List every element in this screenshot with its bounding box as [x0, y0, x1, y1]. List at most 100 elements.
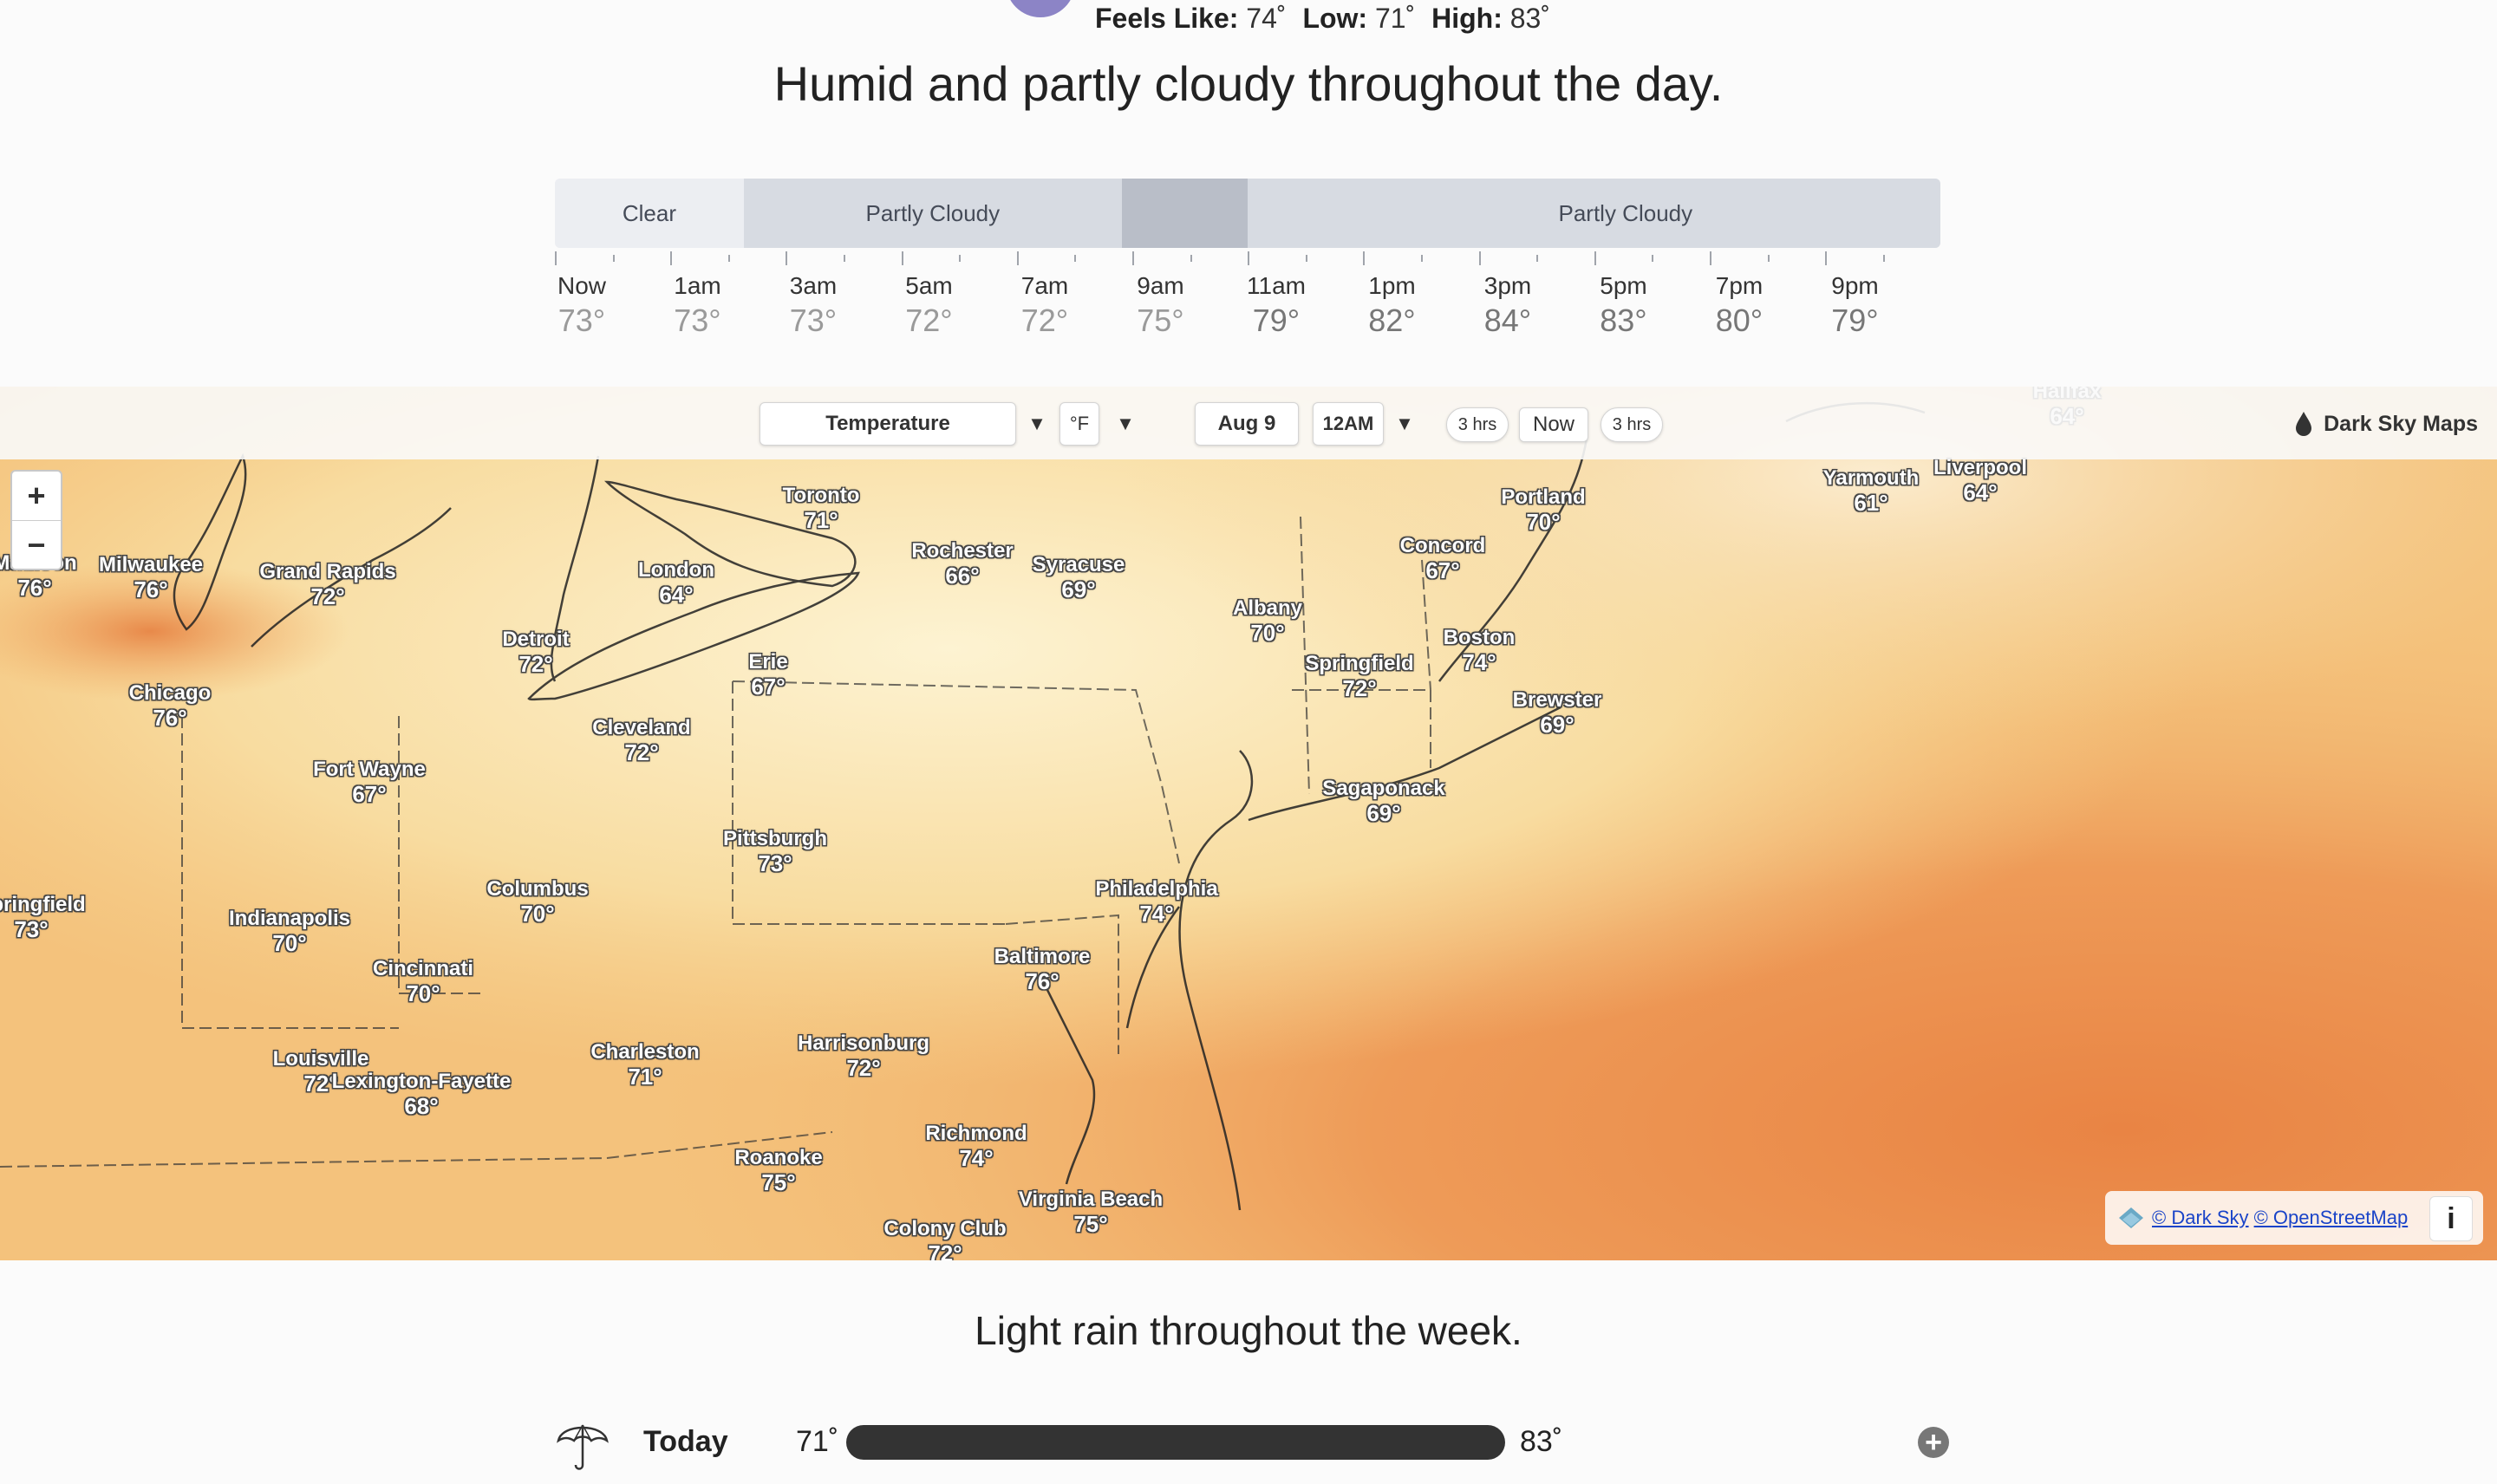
timeline-tick	[1248, 251, 1250, 265]
hour-column[interactable]: 9pm 79°	[1803, 270, 1907, 340]
timeline-tick	[1825, 251, 1828, 265]
timeline-tick	[612, 255, 615, 262]
hour-column[interactable]: 5pm 83°	[1572, 270, 1676, 340]
timeline-tick	[555, 251, 557, 265]
city-temp: 67°	[751, 674, 786, 700]
city-label: Pittsburgh 73°	[723, 827, 827, 875]
hour-temp: 73°	[557, 303, 606, 338]
city-temp: 69°	[1366, 800, 1401, 826]
city-name: Pittsburgh	[723, 827, 827, 850]
city-temp: 64°	[1963, 479, 1998, 505]
daily-row-today[interactable]: Today 71˚ 83˚ +	[555, 1413, 1949, 1474]
timeline-segment-label: Clear	[622, 199, 677, 226]
hour-column[interactable]: 1am 73°	[646, 270, 750, 340]
timeline-tick	[1190, 255, 1192, 262]
city-label: Lexington-Fayette 68°	[332, 1070, 512, 1118]
hour-column[interactable]: 7pm 80°	[1687, 270, 1791, 340]
hour-temp: 79°	[1252, 303, 1301, 338]
hour-temp: 79°	[1831, 303, 1879, 338]
city-label: London 64°	[638, 558, 714, 607]
timeline-tick	[844, 255, 845, 262]
hour-column[interactable]: 1pm 82°	[1340, 270, 1444, 340]
layer-dropdown-icon[interactable]: ▼	[1020, 402, 1054, 446]
low-label: Low:	[1302, 3, 1368, 34]
step-forward-button[interactable]: 3 hrs	[1601, 407, 1663, 442]
layers-icon	[2119, 1207, 2143, 1228]
day-high-temp: 83˚	[1520, 1425, 1563, 1458]
map-toolbar: Temperature ▼ °F ▼ Aug 9 12AM ▼ 3 hrs No…	[0, 387, 2497, 459]
date-display[interactable]: Aug 9	[1195, 402, 1299, 446]
hour-column[interactable]: 3pm 84°	[1456, 270, 1560, 340]
hour-column[interactable]: Now 73°	[530, 270, 634, 340]
city-temp: 71°	[628, 1064, 662, 1090]
city-label: Roanoke 75°	[734, 1146, 822, 1194]
city-label: Brewster 69°	[1513, 688, 1602, 737]
timeline-tick	[1074, 255, 1077, 262]
city-label: Rochester 66°	[911, 539, 1013, 588]
hour-column[interactable]: 9am 75°	[1109, 270, 1213, 340]
city-name: Springfield	[0, 893, 86, 916]
week-summary: Light rain throughout the week.	[975, 1308, 1522, 1353]
hour-temp: 84°	[1483, 303, 1532, 338]
hour-column[interactable]: 7am 72°	[993, 270, 1097, 340]
step-back-button[interactable]: 3 hrs	[1446, 407, 1509, 442]
city-label: Syracuse 69°	[1033, 553, 1125, 602]
city-temp: 76°	[134, 576, 168, 602]
city-temp: 67°	[352, 781, 387, 807]
timeline-tick	[1882, 255, 1885, 262]
timeline-segment-label: Partly Cloudy	[1558, 199, 1693, 226]
hourly-timeline-bar[interactable]: Clear Partly Cloudy Partly Cloudy	[555, 179, 1940, 248]
timeline-segment-label: Partly Cloudy	[865, 199, 1001, 226]
city-label: Philadelphia 74°	[1095, 877, 1217, 926]
city-label: Baltimore 76°	[994, 945, 1091, 993]
city-label: Charleston 71°	[590, 1040, 699, 1089]
city-name: Erie	[748, 650, 788, 674]
unit-dropdown-icon[interactable]: ▼	[1108, 402, 1143, 446]
dark-sky-attribution-link[interactable]: © Dark Sky	[2152, 1207, 2249, 1229]
now-label: Now	[1532, 413, 1574, 436]
day-summary: Humid and partly cloudy throughout the d…	[773, 56, 1724, 111]
low-value: 71˚	[1374, 3, 1416, 34]
city-temp: 72°	[1342, 675, 1377, 701]
city-label: Yarmouth 61°	[1823, 466, 1920, 515]
city-label: Concord 67°	[1400, 534, 1486, 583]
expand-day-button[interactable]: +	[1918, 1427, 1949, 1458]
step-forward-label: 3 hrs	[1612, 414, 1652, 434]
city-name: Louisville	[272, 1047, 369, 1071]
timeline-segment	[1121, 179, 1248, 248]
dark-sky-maps-link[interactable]: Dark Sky Maps	[2294, 404, 2478, 444]
city-name: Toronto	[782, 484, 860, 507]
hour-temp: 83°	[1600, 303, 1647, 338]
timeline-segment: Partly Cloudy	[1248, 179, 1940, 248]
city-name: Harrisonburg	[797, 1032, 930, 1055]
now-button[interactable]: Now	[1519, 407, 1588, 442]
hour-label: 5am	[905, 272, 953, 299]
time-select[interactable]: 12AM	[1313, 402, 1384, 446]
time-dropdown-icon[interactable]: ▼	[1387, 402, 1422, 446]
city-name: Fort Wayne	[313, 758, 426, 781]
map-info-button[interactable]: i	[2429, 1196, 2473, 1241]
timeline-tick	[1652, 255, 1654, 262]
zoom-out-button[interactable]: −	[12, 521, 61, 570]
unit-select[interactable]: °F	[1059, 402, 1099, 446]
city-name: Springfield	[1305, 652, 1414, 675]
openstreetmap-attribution-link[interactable]: © OpenStreetMap	[2254, 1207, 2409, 1229]
hour-column[interactable]: 5am 72°	[877, 270, 981, 340]
layer-select-label: Temperature	[825, 412, 950, 435]
city-temp: 72°	[310, 583, 345, 609]
timeline-tick	[1767, 255, 1770, 262]
city-label: Cleveland 72°	[592, 716, 690, 765]
hour-column[interactable]: 3am 73°	[761, 270, 865, 340]
hour-column[interactable]: 11am 79°	[1224, 270, 1328, 340]
city-label: Boston 74°	[1444, 626, 1516, 674]
zoom-control: + −	[10, 470, 62, 570]
layer-select[interactable]: Temperature	[760, 402, 1016, 446]
unit-select-label: °F	[1069, 413, 1090, 434]
city-label: Chicago 76°	[129, 681, 212, 730]
weather-map[interactable]: Toronto 71° Rochester 66° Syracuse 69° Albany 7…	[0, 387, 2497, 1260]
city-name: Richmond	[925, 1122, 1027, 1145]
hour-label: 11am	[1247, 272, 1306, 299]
zoom-in-button[interactable]: +	[12, 472, 61, 521]
hour-temp: 80°	[1715, 303, 1764, 338]
city-temp: 70°	[406, 980, 440, 1006]
